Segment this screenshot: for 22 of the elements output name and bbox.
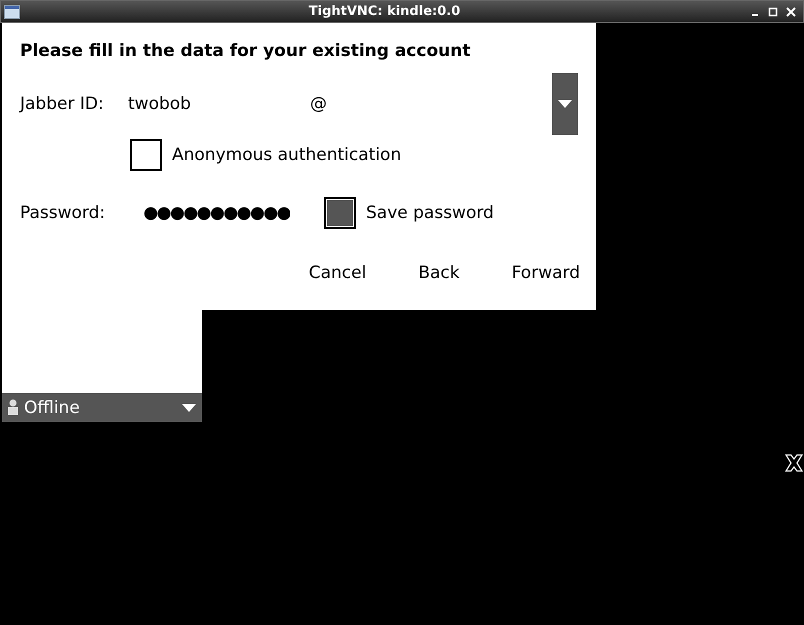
dialog-button[interactable]: Back (418, 259, 460, 287)
maximize-icon[interactable] (767, 6, 779, 18)
anonymous-checkbox[interactable] (130, 139, 162, 171)
status-selector[interactable]: Offline (2, 393, 202, 422)
save-password-checkbox[interactable] (324, 197, 356, 229)
person-icon (6, 399, 20, 416)
server-dropdown[interactable] (552, 73, 578, 135)
dialog-heading: Please fill in the data for your existing account (20, 41, 472, 61)
password-field[interactable]: ●●●●●●●●●●● (128, 203, 290, 223)
at-sign: @ (310, 94, 328, 114)
username-field[interactable]: twobob (128, 94, 310, 114)
close-icon[interactable] (785, 6, 797, 18)
save-password-label: Save password (366, 203, 494, 223)
dropdown-arrow-icon (182, 404, 196, 412)
jabber-id-label: Jabber ID: (20, 94, 105, 114)
window-icon[interactable] (4, 4, 20, 18)
dialog-button[interactable]: Forward (512, 259, 580, 287)
dialog-button[interactable]: Cancel (308, 259, 366, 287)
window-title: TightVNC: kindle:0.0 (308, 4, 462, 19)
password-label: Password: (20, 203, 106, 223)
dropdown-arrow-icon (558, 100, 572, 108)
anonymous-label: Anonymous authentication (172, 145, 402, 165)
